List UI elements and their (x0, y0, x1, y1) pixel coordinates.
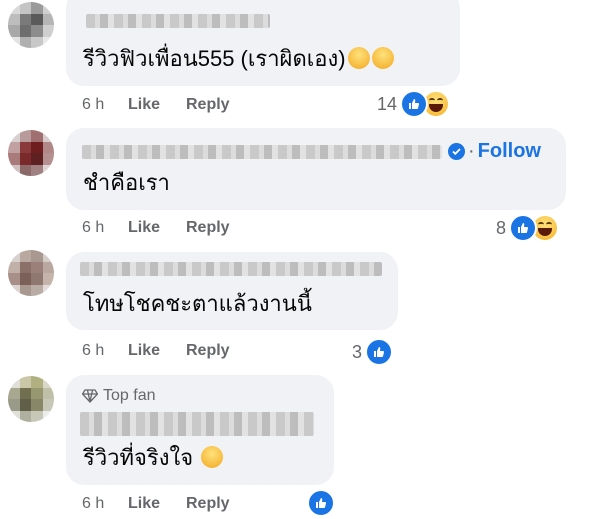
top-fan-badge: Top fan (82, 387, 155, 405)
like-reaction-icon (509, 214, 538, 242)
avatar[interactable] (8, 376, 54, 422)
grinning-sweat-emoji (371, 47, 394, 69)
author-name-blurred[interactable] (86, 14, 270, 28)
tears-of-joy-emoji (201, 446, 224, 468)
reply-button[interactable]: Reply (186, 96, 230, 114)
comment-text: ชำคือเรา (83, 170, 170, 196)
timestamp[interactable]: 6 h (82, 342, 104, 360)
comment-text: รีวิวที่จริงใจ (83, 445, 224, 471)
rolling-laughing-emoji (347, 47, 370, 69)
reaction-count: 8 (496, 217, 507, 238)
comment-text: รีวิวฟิวเพื่อน555 (เราผิดเอง) (83, 46, 394, 72)
like-button[interactable]: Like (128, 495, 160, 513)
avatar[interactable] (8, 130, 54, 176)
reply-button[interactable]: Reply (186, 495, 230, 513)
timestamp[interactable]: 6 h (82, 96, 104, 114)
reaction-count: 3 (352, 341, 363, 362)
timestamp[interactable]: 6 h (82, 495, 104, 513)
follow-button[interactable]: · Follow (448, 140, 541, 163)
comment-bubble (66, 0, 460, 86)
diamond-icon (82, 389, 98, 403)
reaction-summary[interactable]: 8 (496, 214, 560, 242)
reply-button[interactable]: Reply (186, 219, 230, 237)
reaction-summary[interactable]: 14 (377, 90, 451, 118)
avatar[interactable] (8, 250, 54, 296)
author-name-blurred[interactable] (80, 262, 382, 276)
verified-icon (448, 143, 465, 160)
like-reaction-icon (307, 489, 335, 517)
author-name-blurred[interactable] (80, 412, 314, 436)
reaction-summary[interactable]: 3 (352, 338, 394, 366)
like-button[interactable]: Like (128, 342, 160, 360)
like-button[interactable]: Like (128, 96, 160, 114)
avatar[interactable] (8, 2, 54, 48)
separator-dot: · (468, 140, 475, 162)
reply-button[interactable]: Reply (186, 342, 230, 360)
like-reaction-icon (365, 338, 394, 366)
comment-text-content: รีวิวที่จริงใจ (83, 445, 194, 470)
timestamp[interactable]: 6 h (82, 219, 104, 237)
reaction-count: 14 (377, 93, 398, 114)
like-button[interactable]: Like (128, 219, 160, 237)
author-name-blurred[interactable] (82, 145, 442, 159)
comment-text-content: รีวิวฟิวเพื่อน555 (เราผิดเอง) (83, 46, 346, 71)
reaction-summary[interactable] (304, 489, 335, 517)
top-fan-label: Top fan (103, 387, 156, 404)
comment-text-content: โทษโชคชะตาแล้วงานนี้ (83, 291, 312, 316)
like-reaction-icon (400, 90, 429, 118)
comment-text: โทษโชคชะตาแล้วงานนี้ (83, 291, 312, 317)
follow-label: Follow (477, 140, 541, 162)
comment-text-content: ชำคือเรา (83, 170, 170, 195)
